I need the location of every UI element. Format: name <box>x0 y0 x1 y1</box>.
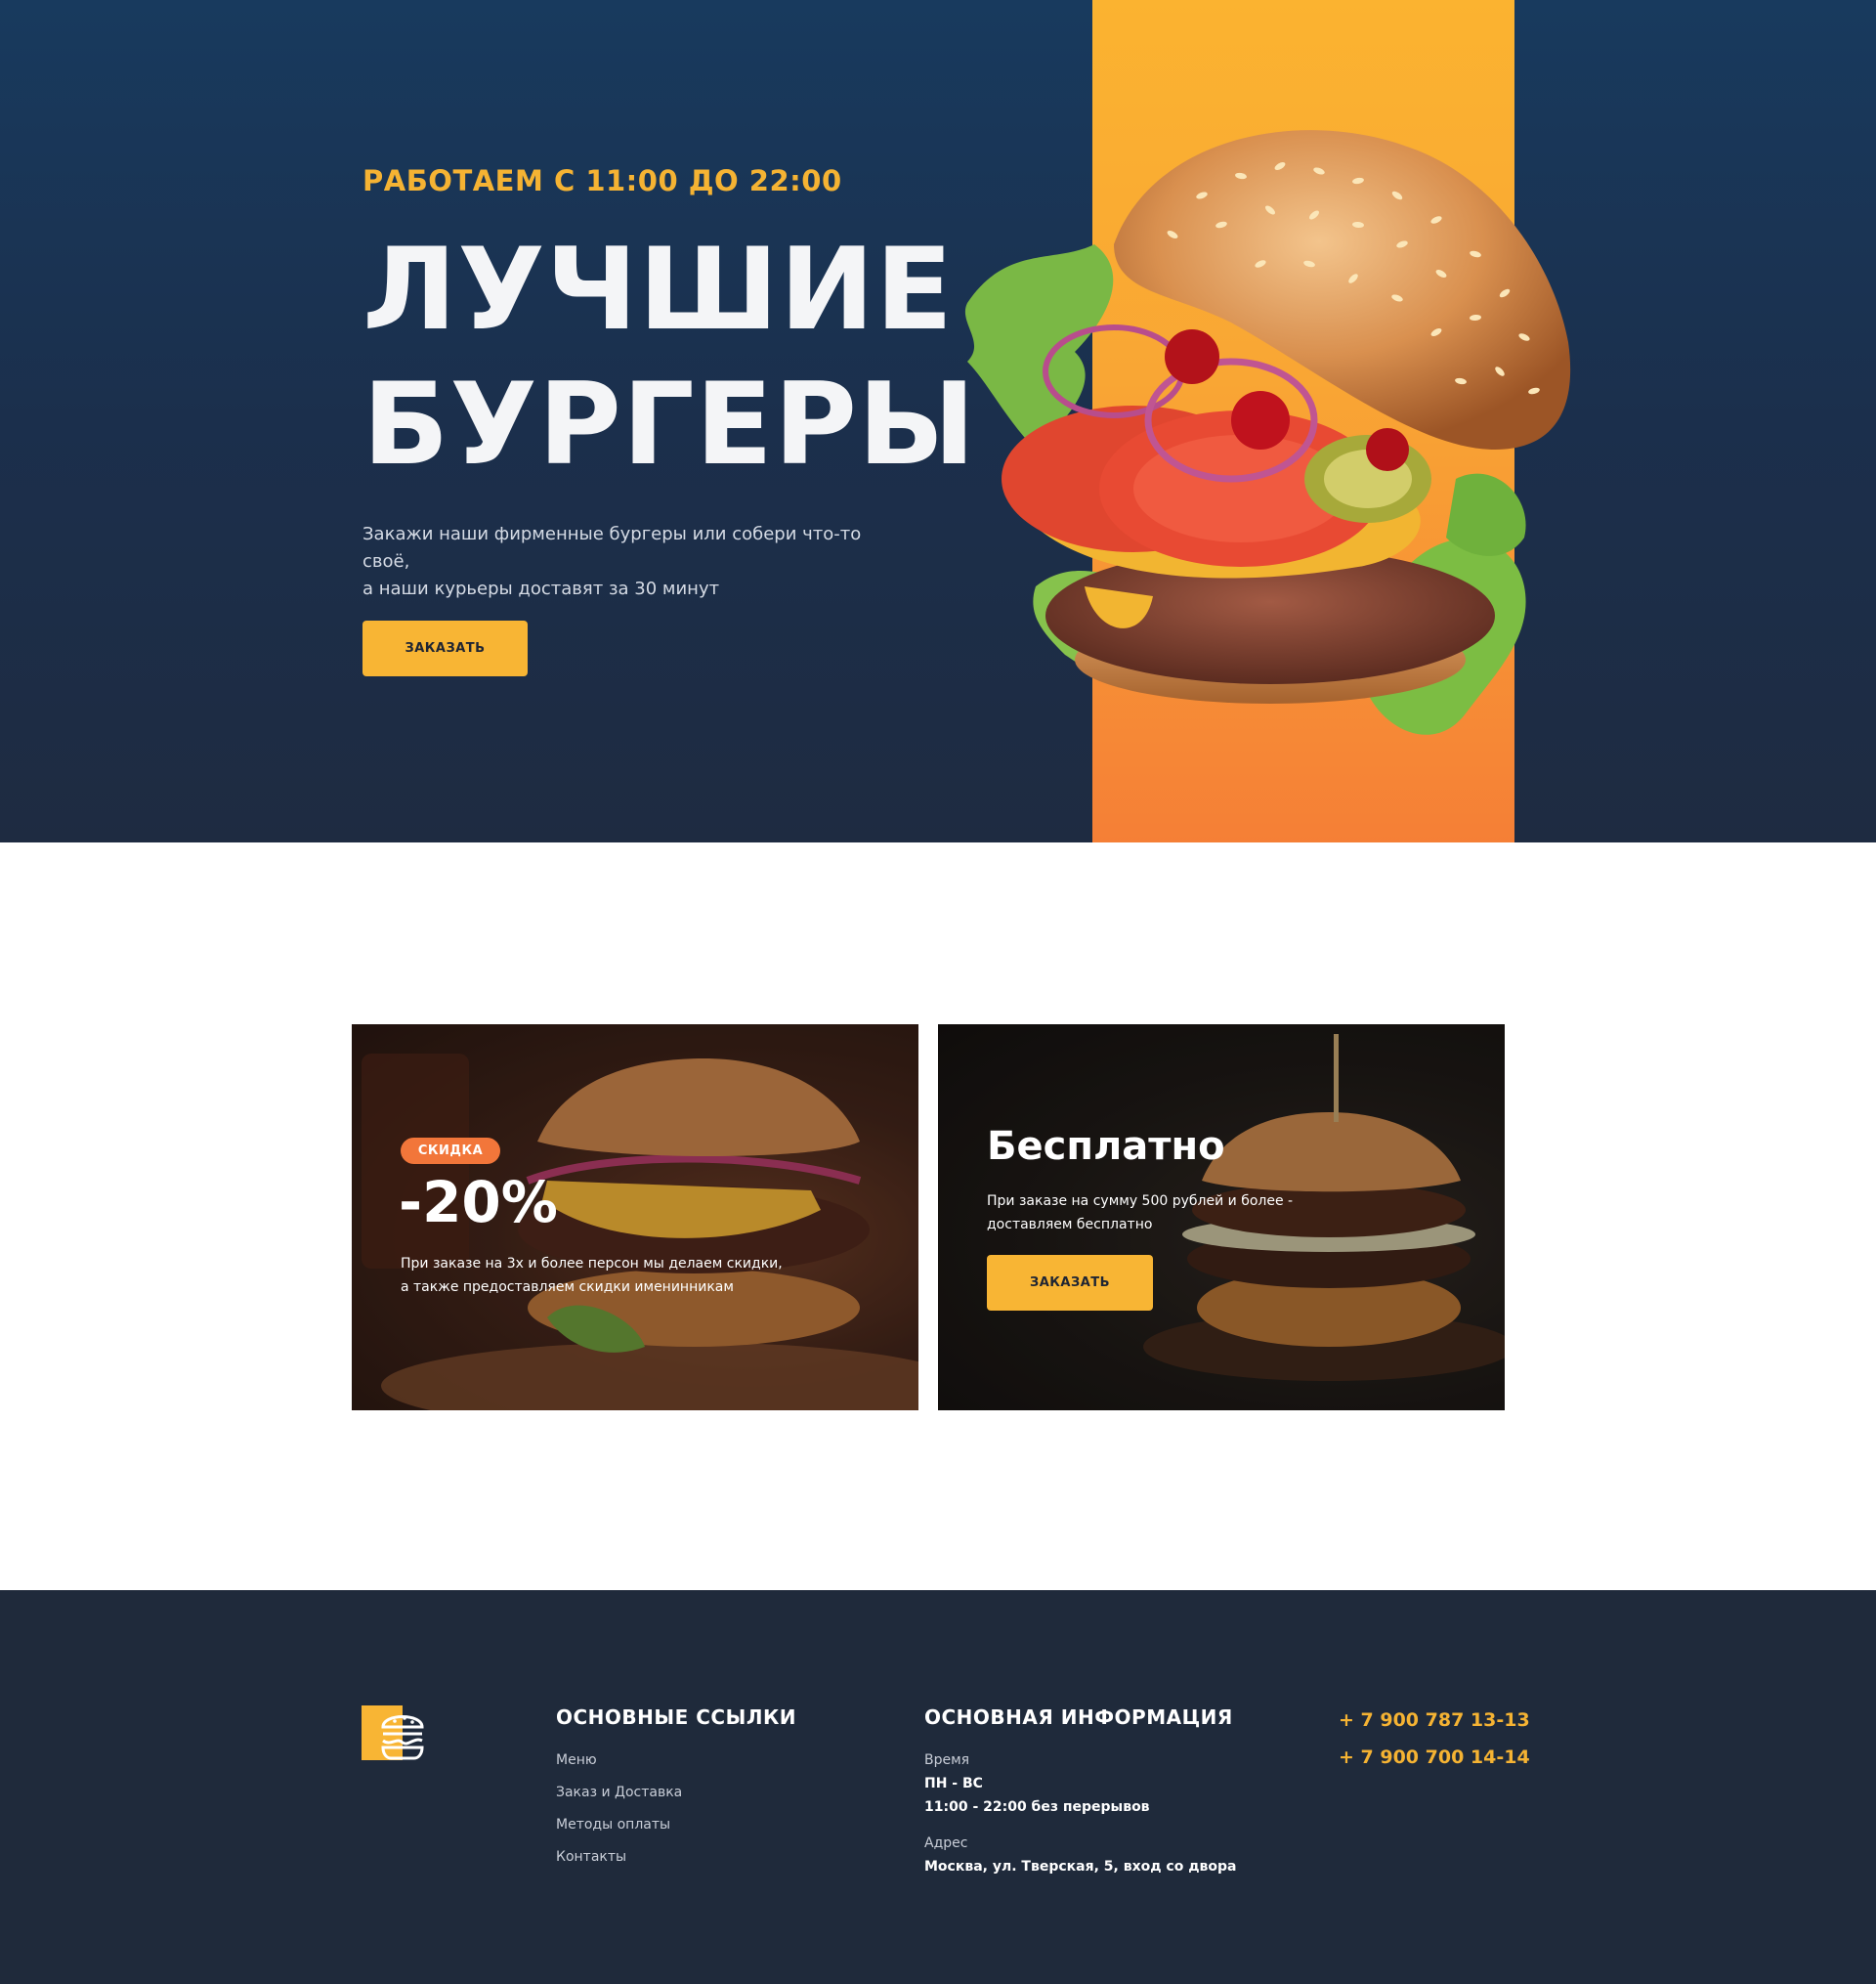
footer-phones: + 7 900 787 13-13 + 7 900 700 14-14 <box>1339 1706 1530 1781</box>
hero-subtitle-line-1: Закажи наши фирменные бургеры или собери… <box>362 524 862 572</box>
footer-links: Меню Заказ и Доставка Методы оплаты Конт… <box>556 1748 682 1877</box>
time-label: Время <box>924 1752 970 1768</box>
discount-value: -20% <box>399 1169 558 1235</box>
hero-subtitle: Закажи наши фирменные бургеры или собери… <box>362 521 910 603</box>
hero-title-line-2: БУРГЕРЫ <box>362 359 977 491</box>
free-delivery-order-button[interactable]: ЗАКАЗАТЬ <box>987 1255 1153 1311</box>
footer-link-payment-methods[interactable]: Методы оплаты <box>556 1813 682 1845</box>
hero-subtitle-line-2: а наши курьеры доставят за 30 минут <box>362 579 720 599</box>
address-value: Москва, ул. Тверская, 5, вход со двора <box>924 1859 1237 1875</box>
burger-logo-icon[interactable] <box>362 1705 426 1760</box>
hero-title-line-1: ЛУЧШИЕ <box>362 224 955 356</box>
time-days: ПН - ВС <box>924 1776 983 1791</box>
discount-description: При заказе на 3х и более персон мы делае… <box>401 1256 783 1295</box>
phone-link-2[interactable]: + 7 900 700 14-14 <box>1339 1744 1530 1781</box>
footer-link-order-delivery[interactable]: Заказ и Доставка <box>556 1781 682 1813</box>
address-label: Адрес <box>924 1835 968 1851</box>
discount-badge: СКИДКА <box>401 1138 500 1164</box>
free-delivery-description: При заказе на сумму 500 рублей и более -… <box>987 1193 1294 1232</box>
free-delivery-title: Бесплатно <box>987 1124 1225 1169</box>
phone-link-1[interactable]: + 7 900 787 13-13 <box>1339 1706 1530 1744</box>
hero-title: ЛУЧШИЕ БУРГЕРЫ <box>362 223 975 493</box>
hero-burger-image <box>964 130 1571 735</box>
time-hours: 11:00 - 22:00 без перерывов <box>924 1799 1150 1815</box>
footer-links-heading: ОСНОВНЫЕ ССЫЛКИ <box>556 1705 797 1729</box>
footer-link-menu[interactable]: Меню <box>556 1748 682 1781</box>
hero-order-button[interactable]: ЗАКАЗАТЬ <box>362 621 528 676</box>
footer-info-heading: ОСНОВНАЯ ИНФОРМАЦИЯ <box>924 1705 1233 1729</box>
footer-link-contacts[interactable]: Контакты <box>556 1845 682 1877</box>
working-hours: РАБОТАЕМ С 11:00 ДО 22:00 <box>362 164 842 197</box>
footer-info: Время ПН - ВС 11:00 - 22:00 без перерыво… <box>924 1748 1247 1878</box>
